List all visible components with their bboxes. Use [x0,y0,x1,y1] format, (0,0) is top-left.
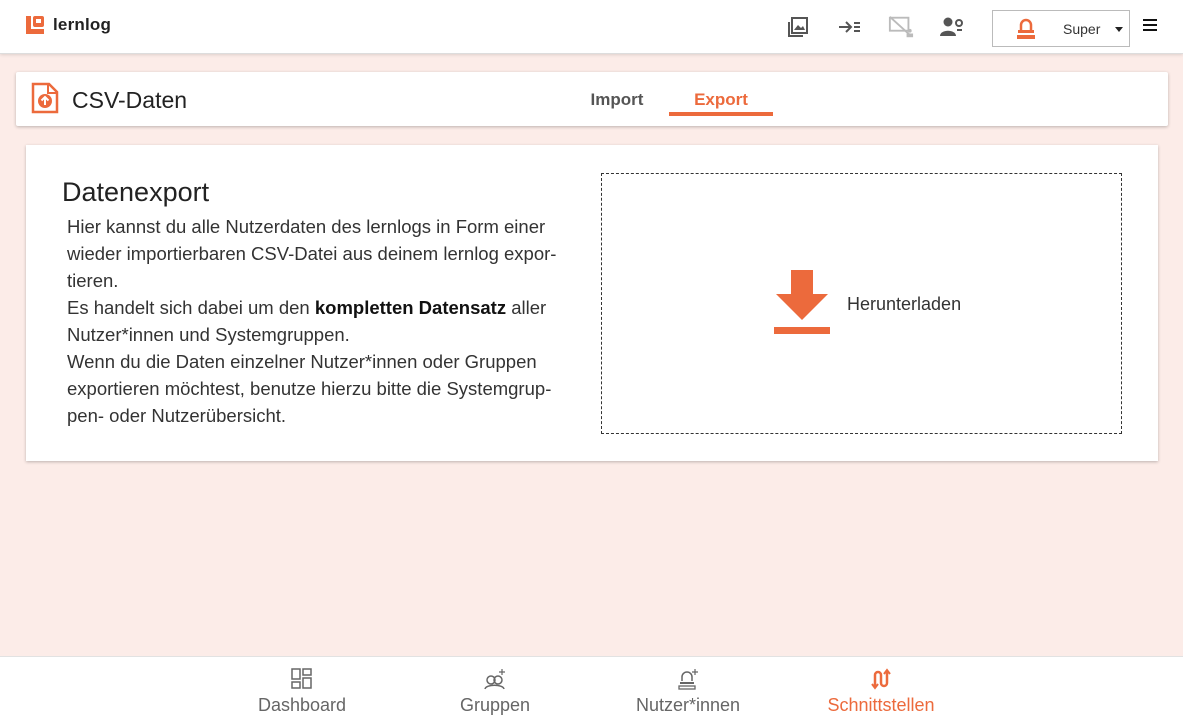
screen-off-icon[interactable] [888,14,914,40]
user-avatar-icon [1017,18,1035,39]
description-paragraph-1: Hier kannst du alle Nutzerdaten des lern… [67,216,557,291]
export-description: Hier kannst du alle Nutzerdaten des lern… [67,213,567,429]
hamburger-menu-icon[interactable] [1143,19,1159,33]
paragraph-2-text: Es handelt sich dabei um den [67,297,315,318]
page-header: CSV-Daten Import Export [16,72,1168,126]
page-title: CSV-Daten [72,87,188,113]
gallery-icon[interactable] [785,14,811,40]
download-icon [774,270,830,334]
user-settings-icon[interactable] [939,14,965,40]
interfaces-icon [871,668,891,690]
tab-import[interactable]: Import [581,90,653,110]
section-heading: Datenexport [62,177,210,207]
groups-icon [484,669,505,690]
nav-dashboard[interactable]: Dashboard [227,667,377,716]
download-label: Herunterladen [847,294,962,314]
nav-users[interactable]: Nutzer*innen [613,667,763,716]
user-name: Super [1063,21,1101,37]
nav-groups[interactable]: Gruppen [420,667,570,716]
login-arrow-icon[interactable] [836,14,862,40]
export-card: Datenexport Hier kannst du alle Nutzerda… [26,145,1158,461]
nav-dashboard-label: Dashboard [257,695,347,715]
chevron-down-icon [1115,27,1123,32]
lernlog-logo-icon [26,16,44,34]
app-name: lernlog [53,15,112,34]
dashboard-icon [291,668,312,689]
active-tab-indicator [669,112,773,116]
app-logo[interactable]: lernlog [25,15,111,35]
complete-dataset-emphasis: kompletten Datensatz [314,297,507,318]
tab-export[interactable]: Export [669,90,773,110]
user-select[interactable]: Super [992,10,1130,47]
description-paragraph-3: Wenn du die Daten einzelner Nutzer*innen… [67,351,552,426]
nav-users-label: Nutzer*innen [635,695,741,715]
user-icon [678,669,698,690]
top-bar: lernlog Super [0,0,1183,54]
nav-interfaces[interactable]: Schnittstellen [806,667,956,716]
nav-groups-label: Gruppen [459,695,531,715]
download-button[interactable]: Herunterladen [601,173,1122,434]
nav-interfaces-label: Schnittstellen [827,695,935,715]
file-upload-icon [31,82,59,114]
description-paragraph-2: Es handelt sich dabei um den kompletten … [67,294,567,348]
bottom-navigation: Dashboard Gruppen Nutzer*innen Schnittst… [0,656,1183,719]
